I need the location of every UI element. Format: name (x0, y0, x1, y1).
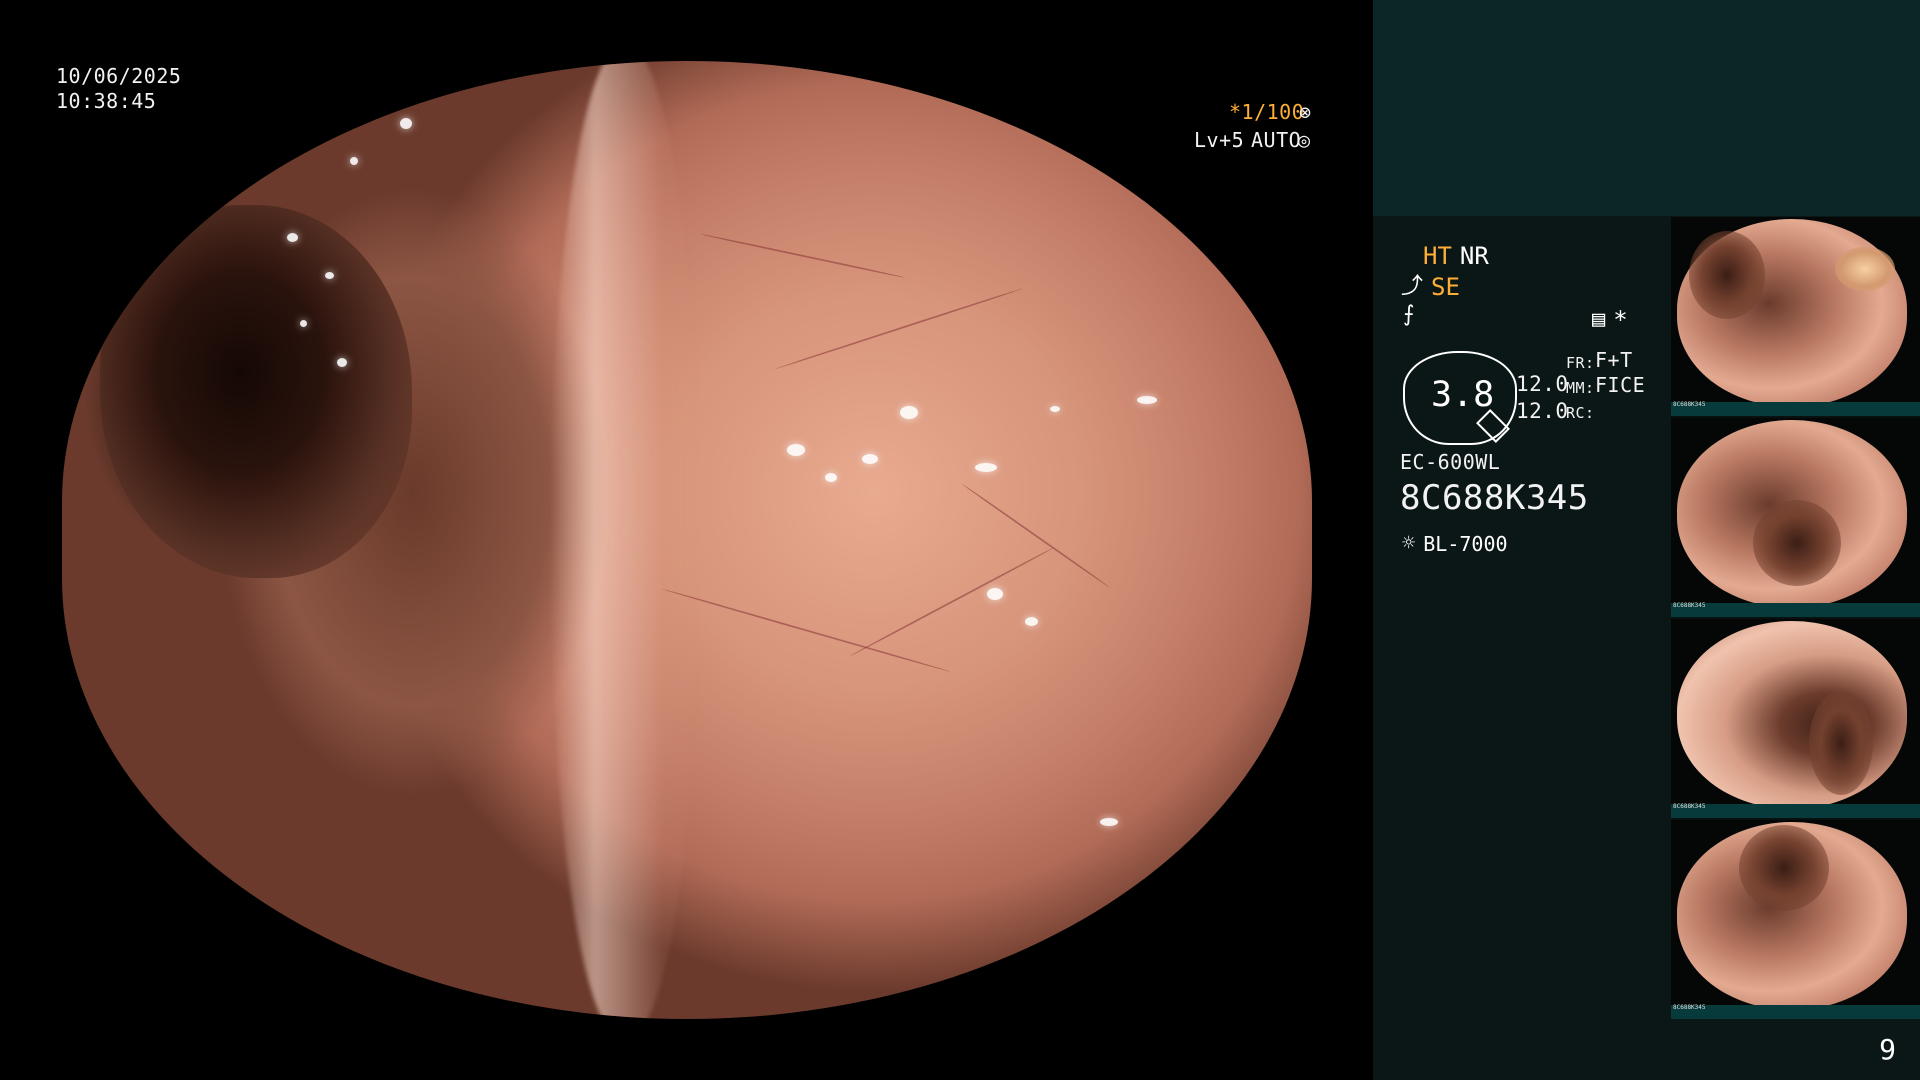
specular-highlight (974, 463, 997, 473)
value-one: 12.0 (1516, 372, 1569, 396)
vascular-line (661, 587, 951, 673)
light-source-text: BL-7000 (1423, 532, 1508, 556)
specular-highlight (987, 587, 1003, 600)
specular-highlight (299, 319, 307, 327)
endoscope-image (62, 61, 1312, 1019)
menu-icon: ▤ (1592, 307, 1606, 332)
time-text: 10:38:45 (56, 89, 157, 113)
thumbnail-image (1677, 621, 1907, 809)
thumbnail-caption: 8C688K345 (1673, 1004, 1706, 1011)
scope-serial: 8C688K345 (1400, 478, 1589, 518)
light-icon: ☼ (1402, 531, 1416, 556)
ht-label: HT (1423, 242, 1452, 270)
thumbnail-lumen (1753, 500, 1841, 586)
mucosal-fold-highlight (549, 61, 700, 1019)
thumbnail-4[interactable]: 8C688K345 (1671, 820, 1920, 1019)
specular-highlight (349, 156, 358, 165)
right-info-panel: HT NR ⤴ SE ⨍ ▤ * 3.8 12.0 12.0 FR: F+T M… (1373, 0, 1920, 1080)
se-label: SE (1431, 273, 1460, 301)
thumbnail-3[interactable]: 8C688K345 (1671, 619, 1920, 818)
thumbnail-2[interactable]: 8C688K345 (1671, 418, 1920, 617)
structure-row: ⤴ SE (1401, 273, 1460, 301)
main-endoscope-view: 10/06/2025 10:38:45 *1/100 ⊗ Lv+5 AUTO ◎ (0, 0, 1373, 1080)
specular-highlight (1049, 405, 1060, 412)
specular-highlight (787, 444, 805, 457)
specular-highlight (324, 271, 334, 279)
thumbnail-image (1677, 420, 1907, 608)
mm-value: FICE (1595, 373, 1646, 397)
thumbnail-caption: 8C688K345 (1673, 803, 1706, 810)
thumbnail-column: 8C688K345 8C688K345 8C688K345 8C688K345 (1671, 217, 1920, 1019)
aperture-icon: ⊗ (1299, 100, 1312, 124)
star-symbol: * (1613, 306, 1628, 334)
specular-highlight (399, 118, 412, 130)
thumbnail-1[interactable]: 8C688K345 (1671, 217, 1920, 416)
top-dark-panel (1373, 0, 1920, 216)
date-text: 10/06/2025 (56, 64, 182, 88)
nr-label: NR (1459, 242, 1489, 270)
vascular-line (849, 547, 1054, 657)
page-number: 9 (1879, 1033, 1896, 1066)
thumbnail-lumen (1809, 691, 1873, 795)
rc-label: RC: (1566, 404, 1595, 422)
menu-row: ▤ * (1592, 306, 1628, 334)
mm-label: MM: (1566, 379, 1595, 397)
scope-model: EC-600WL (1400, 450, 1501, 474)
structure-icon: ⤴ (1401, 274, 1424, 299)
thumbnail-lumen (1739, 825, 1829, 911)
specular-highlight (824, 472, 837, 482)
specular-highlight (899, 405, 918, 419)
specular-highlight (1099, 817, 1118, 826)
fr-label: FR: (1566, 354, 1595, 372)
specular-highlight (862, 453, 878, 464)
enhancement-row: HT NR (1423, 242, 1489, 270)
exposure-value: 3.8 (1431, 375, 1495, 415)
specular-highlight (337, 357, 347, 367)
thumbnail-lumen (1689, 231, 1765, 319)
thumbnail-image (1677, 822, 1907, 1010)
shutter-text: *1/100 (1229, 100, 1305, 124)
vascular-line (774, 287, 1023, 370)
light-source-row: ☼ BL-7000 (1402, 532, 1508, 556)
value-two: 12.0 (1516, 399, 1569, 423)
fr-value: F+T (1595, 348, 1633, 372)
specular-highlight (1024, 616, 1038, 626)
lumen-region (99, 204, 412, 579)
vascular-line (699, 233, 906, 280)
thumbnail-caption: 8C688K345 (1673, 602, 1706, 609)
level-text: Lv+5 (1194, 128, 1245, 152)
brightness-icon: ⨍ (1403, 302, 1415, 327)
thumbnail-caption: 8C688K345 (1673, 401, 1706, 408)
thumbnail-image (1677, 219, 1907, 407)
thumbnail-lesion (1835, 247, 1895, 291)
iris-icon: ◎ (1298, 128, 1311, 152)
vascular-line (961, 482, 1111, 588)
exposure-control: 3.8 (1403, 351, 1517, 445)
specular-highlight (1137, 396, 1157, 405)
brightness-row: ⨍ (1403, 304, 1414, 326)
mode-text: AUTO (1251, 128, 1302, 152)
